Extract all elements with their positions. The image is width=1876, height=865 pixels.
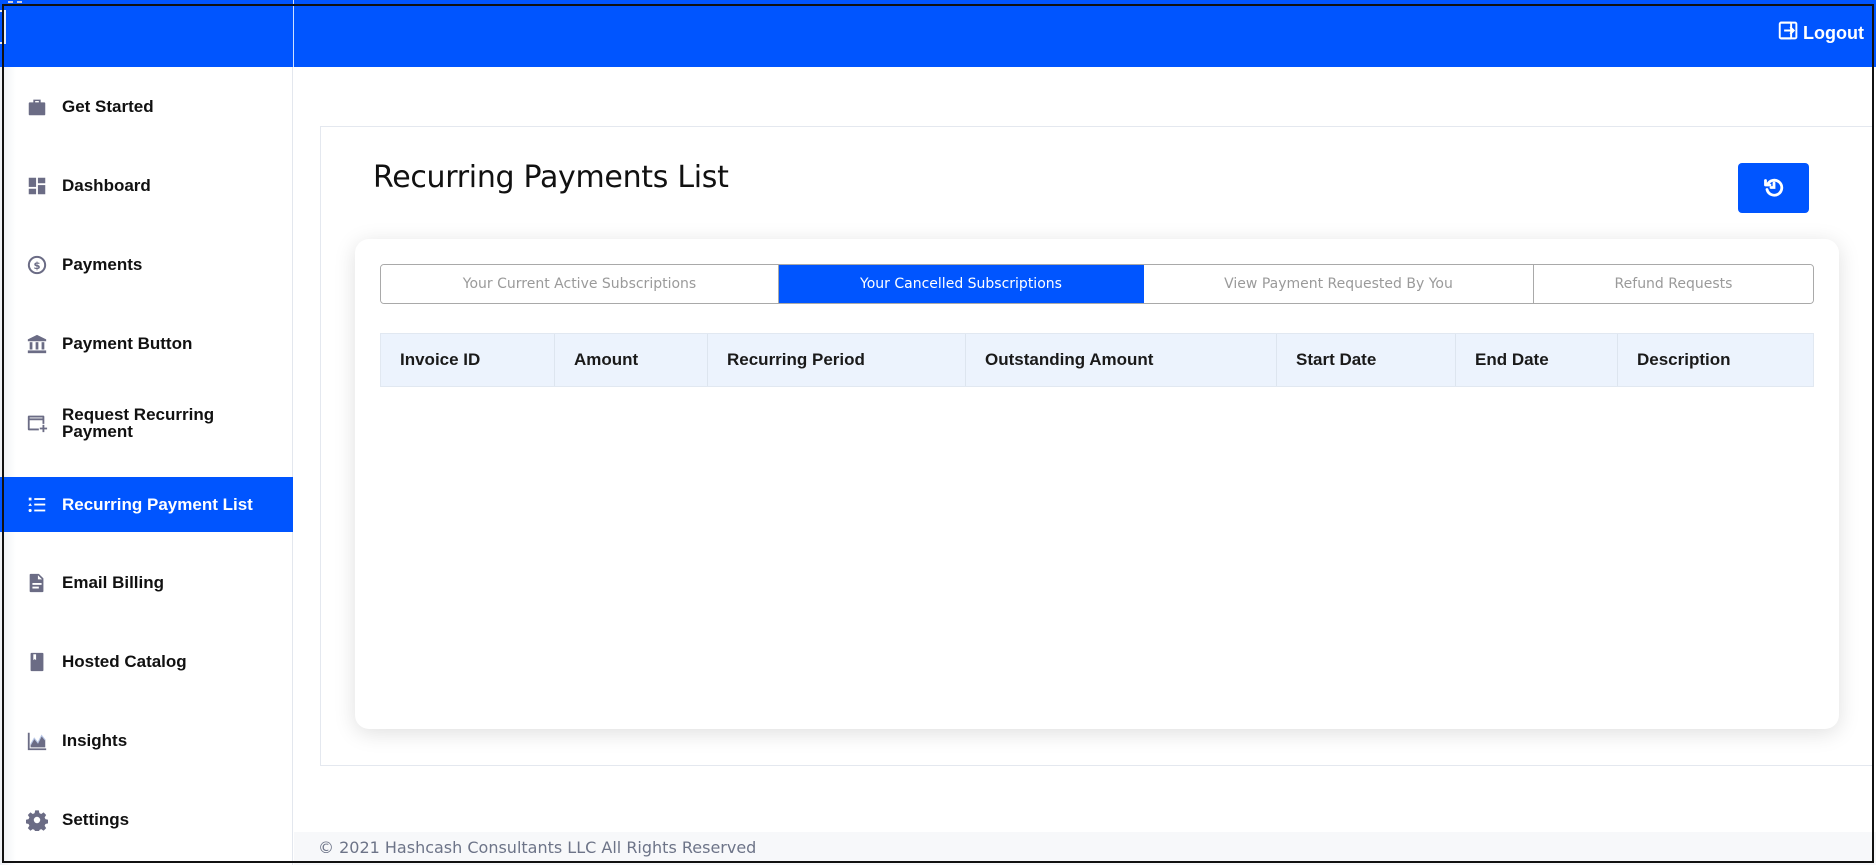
sidebar-item-label: Settings [62, 810, 130, 829]
tab-active-subscriptions[interactable]: Your Current Active Subscriptions [381, 265, 779, 303]
bank-icon [26, 333, 48, 355]
logout-button[interactable]: Logout [1778, 20, 1864, 46]
card-plus-icon [26, 412, 48, 434]
column-header-description[interactable]: Description [1618, 334, 1813, 386]
column-header-amount[interactable]: Amount [555, 334, 708, 386]
history-icon [1762, 175, 1786, 202]
chart-area-icon [26, 730, 48, 752]
gear-icon [26, 809, 48, 831]
subscriptions-card [355, 239, 1839, 729]
table-header-row: Invoice ID Amount Recurring Period Outst… [380, 333, 1814, 387]
subscription-tabs: Your Current Active Subscriptions Your C… [380, 264, 1814, 304]
sidebar-item-label: Insights [62, 731, 128, 750]
window-grip [8, 1, 22, 3]
column-header-end-date[interactable]: End Date [1456, 334, 1618, 386]
sidebar-item-label: Email Billing [62, 573, 165, 592]
sidebar-item-label: Request Recurring Payment [62, 404, 215, 441]
dollar-circle-icon: $ [26, 254, 48, 276]
logout-label: Logout [1803, 22, 1864, 43]
sidebar-item-get-started[interactable]: Get Started [0, 79, 293, 134]
brand-logo-placeholder [0, 10, 6, 44]
sidebar-item-label: Dashboard [62, 176, 151, 195]
dashboard-grid-icon [26, 175, 48, 197]
column-header-invoice-id[interactable]: Invoice ID [381, 334, 555, 386]
sidebar-item-payment-button[interactable]: Payment Button [0, 316, 293, 371]
tab-refund-requests[interactable]: Refund Requests [1534, 265, 1813, 303]
sidebar-item-label: Get Started [62, 97, 154, 116]
column-header-start-date[interactable]: Start Date [1277, 334, 1456, 386]
top-header-bar: Logout [0, 0, 1876, 67]
svg-text:$: $ [33, 261, 40, 272]
tab-cancelled-subscriptions[interactable]: Your Cancelled Subscriptions [779, 265, 1144, 303]
copyright-text: © 2021 Hashcash Consultants LLC All Righ… [318, 838, 757, 857]
sidebar-item-dashboard[interactable]: Dashboard [0, 158, 293, 213]
document-icon [26, 572, 48, 594]
sidebar-item-request-recurring-payment[interactable]: Request Recurring Payment [0, 395, 293, 450]
sidebar-item-email-billing[interactable]: Email Billing [0, 555, 293, 610]
sidebar-nav: Get Started Dashboard $ Payments Payment… [0, 67, 293, 865]
sidebar-item-label: Payments [62, 255, 143, 274]
column-header-recurring-period[interactable]: Recurring Period [708, 334, 966, 386]
sidebar-item-payments[interactable]: $ Payments [0, 237, 293, 292]
page-title: Recurring Payments List [373, 160, 729, 195]
sidebar-item-hosted-catalog[interactable]: Hosted Catalog [0, 634, 293, 689]
sidebar-item-label: Recurring Payment List [62, 495, 253, 514]
tab-payment-requested[interactable]: View Payment Requested By You [1144, 265, 1534, 303]
sidebar-item-recurring-payment-list[interactable]: Recurring Payment List [0, 477, 293, 532]
book-icon [26, 651, 48, 673]
header-divider [293, 0, 294, 67]
logout-icon [1778, 20, 1799, 46]
column-header-outstanding-amount[interactable]: Outstanding Amount [966, 334, 1277, 386]
sidebar-item-label: Payment Button [62, 334, 193, 353]
sidebar-item-label: Hosted Catalog [62, 652, 187, 671]
sidebar-item-settings[interactable]: Settings [0, 792, 293, 847]
sidebar-item-insights[interactable]: Insights [0, 713, 293, 768]
history-button[interactable] [1738, 163, 1809, 213]
briefcase-check-icon [26, 96, 48, 118]
list-icon [26, 494, 48, 516]
